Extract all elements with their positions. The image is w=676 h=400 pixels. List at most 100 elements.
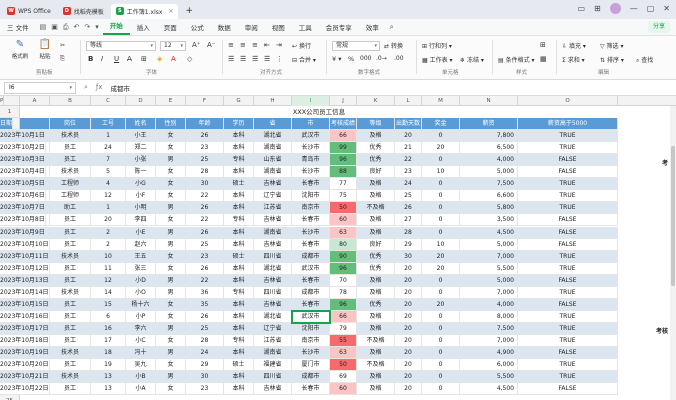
clear-format-icon[interactable]: ◇ (187, 55, 192, 63)
table-cell[interactable]: 23 (186, 383, 224, 396)
table-cell[interactable]: 员工 (50, 322, 91, 335)
table-cell[interactable]: 小C (126, 334, 156, 347)
table-cell[interactable]: 25 (186, 154, 224, 167)
table-cell[interactable]: 本科 (224, 310, 254, 323)
table-cell[interactable]: 36 (186, 286, 224, 299)
header-cell[interactable] (20, 118, 50, 131)
table-cell[interactable]: 本科 (224, 238, 254, 251)
zoom-icon[interactable]: ⌕ (84, 83, 88, 92)
table-cell[interactable]: 5,500 (460, 262, 518, 275)
table-cell[interactable]: 成都市 (292, 286, 330, 299)
header-cell[interactable]: 市 (292, 118, 330, 131)
table-cell[interactable]: 0 (422, 286, 460, 299)
conditional-format-button[interactable]: ▤ 条件格式 ▾ (498, 55, 535, 64)
table-cell[interactable]: 陈一 (126, 166, 156, 179)
table-cell[interactable]: 本科 (224, 262, 254, 275)
strikethrough-icon[interactable]: A̶ (127, 55, 132, 63)
table-cell[interactable]: 技术员 (50, 250, 91, 263)
fill-button[interactable]: ⇩ 填充 ▾ (562, 41, 586, 50)
align-bottom-icon[interactable]: ≡ (252, 41, 258, 49)
table-cell[interactable]: 助工 (50, 202, 91, 215)
table-cell[interactable]: 不及格 (357, 202, 395, 215)
table-cell[interactable]: 2023年10月13日 (0, 274, 50, 287)
table-cell[interactable]: 专科 (224, 214, 254, 227)
table-cell[interactable]: TRUE (518, 190, 618, 203)
table-cell[interactable]: 四川省 (254, 250, 292, 263)
table-cell[interactable]: 20 (422, 142, 460, 155)
table-cell[interactable]: 湖南省 (254, 226, 292, 239)
column-header-h[interactable]: H (254, 96, 292, 106)
table-cell[interactable]: 4,500 (460, 226, 518, 239)
table-cell[interactable]: 22 (186, 190, 224, 203)
column-header-i[interactable]: I (292, 96, 330, 106)
table-cell[interactable]: 湖南省 (254, 142, 292, 155)
column-header-f[interactable]: F (186, 96, 224, 106)
table-cell[interactable]: 26 (186, 130, 224, 143)
border-icon[interactable]: ⊞ (141, 55, 147, 63)
table-cell[interactable]: 沈阳市 (292, 322, 330, 335)
column-header-m[interactable]: M (422, 96, 460, 106)
cut-icon[interactable]: ✂ (60, 42, 65, 49)
table-cell[interactable]: 男 (156, 202, 186, 215)
file-menu[interactable]: 三 文件 (0, 22, 36, 32)
table-cell[interactable]: 35 (186, 298, 224, 311)
table-cell[interactable]: 23 (186, 250, 224, 263)
header-cell[interactable]: 考核成绩 (330, 118, 357, 131)
table-cell[interactable]: 武汉市 (292, 130, 330, 143)
table-cell[interactable]: 小P (126, 310, 156, 323)
menu-insert[interactable]: 插入 (130, 22, 157, 32)
header-cell[interactable]: 薪资 (460, 118, 518, 131)
table-cell[interactable]: 南京市 (292, 202, 330, 215)
table-cell[interactable]: 男 (156, 286, 186, 299)
table-cell[interactable]: 女 (156, 334, 186, 347)
table-cell[interactable]: 四川省 (254, 371, 292, 384)
table-cell[interactable]: 本科 (224, 322, 254, 335)
table-cell[interactable]: 技术员 (50, 347, 91, 360)
align-center-icon[interactable]: ☰ (240, 55, 246, 63)
menu-home[interactable]: 开始 (102, 20, 130, 35)
table-cell[interactable]: 工程师 (50, 178, 91, 191)
header-cell[interactable]: 薪资高于5000 (518, 118, 618, 131)
table-cell[interactable]: 6,600 (460, 190, 518, 203)
table-cell[interactable]: 员工 (50, 383, 91, 396)
table-cell[interactable]: 女 (156, 310, 186, 323)
table-cell[interactable]: 6,000 (460, 359, 518, 372)
table-cell[interactable]: 吉林省 (254, 274, 292, 287)
table-cell[interactable]: 18 (91, 347, 126, 360)
table-cell[interactable]: 硕士 (224, 359, 254, 372)
table-cell[interactable]: 本科 (224, 202, 254, 215)
table-cell[interactable]: 8,000 (460, 310, 518, 323)
convert-button[interactable]: ⇄ 转换 (384, 41, 403, 50)
print-icon[interactable]: ⎙ (63, 23, 69, 32)
table-cell[interactable]: 2023年10月19日 (0, 347, 50, 360)
paste-button[interactable]: 📋 粘贴 (33, 38, 57, 60)
table-cell[interactable]: 女 (156, 178, 186, 191)
table-cell[interactable]: 辽宁省 (254, 190, 292, 203)
table-cell[interactable]: 郑二 (126, 142, 156, 155)
table-cell[interactable]: 0 (422, 371, 460, 384)
table-cell[interactable]: 2023年10月4日 (0, 166, 46, 179)
decrease-decimal-icon[interactable]: .00 (394, 55, 404, 62)
table-cell[interactable]: 湖北省 (254, 262, 292, 275)
table-cell[interactable]: TRUE (518, 262, 618, 275)
table-cell[interactable]: 29 (395, 238, 422, 251)
table-cell[interactable]: 20 (395, 310, 422, 323)
table-cell[interactable]: 小B (126, 371, 156, 384)
table-cell[interactable]: 长沙市 (292, 166, 330, 179)
table-cell[interactable]: 专科 (224, 334, 254, 347)
table-cell[interactable]: 长沙市 (292, 347, 330, 360)
bold-icon[interactable]: B (88, 55, 93, 63)
table-cell[interactable]: 及格 (357, 130, 395, 143)
table-cell[interactable]: FALSE (518, 166, 618, 179)
rows-cols-button[interactable]: ⊞ 行和列 ▾ (422, 41, 452, 50)
distribute-icon[interactable]: ⋮ (276, 55, 283, 63)
freeze-button[interactable]: ❄ 冻结 ▾ (460, 55, 484, 64)
table-cell[interactable]: 20 (395, 371, 422, 384)
merge-button[interactable]: ⊟ 合并 ▾ (292, 55, 316, 64)
table-cell[interactable]: 0 (422, 359, 460, 372)
table-cell[interactable]: 11 (91, 262, 126, 275)
table-cell[interactable]: 男 (156, 238, 186, 251)
table-cell[interactable]: FALSE (518, 347, 618, 360)
table-cell[interactable]: 75 (330, 190, 357, 203)
table-cell[interactable]: 10 (91, 250, 126, 263)
